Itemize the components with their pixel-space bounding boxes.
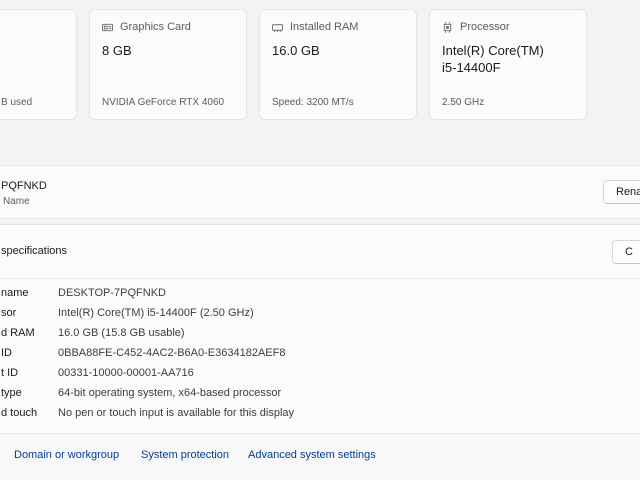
processor-card-sub: 2.50 GHz (442, 97, 485, 108)
ram-card-sub: Speed: 3200 MT/s (272, 97, 354, 108)
graphics-card-value: 8 GB (102, 43, 132, 58)
spec-value: No pen or touch input is available for t… (58, 407, 295, 419)
specs-title: specifications (1, 245, 68, 257)
device-name-row: PQFNKD Name Rena (0, 165, 640, 219)
processor-value-line2: i5-14400F (442, 60, 501, 75)
specs-header[interactable]: specifications C (0, 225, 640, 279)
storage-card: B used (0, 9, 77, 120)
ram-card: Installed RAM 16.0 GB Speed: 3200 MT/s (259, 9, 417, 120)
system-protection-link[interactable]: System protection (141, 449, 229, 461)
spec-row: name DESKTOP-7PQFNKD (0, 287, 640, 307)
related-links-bar: Domain or workgroup System protection Ad… (0, 433, 640, 480)
ram-card-title: Installed RAM (290, 21, 359, 33)
spec-row: t ID 00331-10000-00001-AA716 (0, 367, 640, 387)
processor-icon (443, 21, 452, 33)
processor-card-value: Intel(R) Core(TM) i5-14400F (442, 42, 544, 76)
spec-label: type (1, 387, 22, 399)
graphics-card-title: Graphics Card (120, 21, 191, 33)
device-name-label: Name (3, 196, 30, 207)
spec-value: DESKTOP-7PQFNKD (58, 287, 166, 299)
spec-row: type 64-bit operating system, x64-based … (0, 387, 640, 407)
graphics-card-card: Graphics Card 8 GB NVIDIA GeForce RTX 40… (89, 9, 247, 120)
spec-row: sor Intel(R) Core(TM) i5-14400F (2.50 GH… (0, 307, 640, 327)
processor-card-title: Processor (460, 21, 510, 33)
advanced-system-settings-link[interactable]: Advanced system settings (248, 449, 376, 461)
spec-value: 16.0 GB (15.8 GB usable) (58, 327, 185, 339)
spec-label: t ID (1, 367, 19, 379)
spec-label: sor (1, 307, 17, 319)
spec-label: ID (1, 347, 12, 359)
spec-row: d RAM 16.0 GB (15.8 GB usable) (0, 327, 640, 347)
spec-label: d touch (1, 407, 38, 419)
spec-label: name (1, 287, 29, 299)
spec-label: d RAM (1, 327, 35, 339)
graphics-card-icon (102, 23, 113, 31)
system-about-page: B used Graphics Card 8 GB NVIDIA GeForce… (0, 0, 640, 480)
domain-workgroup-link[interactable]: Domain or workgroup (14, 449, 119, 461)
ram-icon (272, 23, 283, 32)
processor-value-line1: Intel(R) Core(TM) (442, 43, 544, 58)
spec-value: 0BBA88FE-C452-4AC2-B6A0-E3634182AEF8 (58, 347, 286, 359)
spec-value: Intel(R) Core(TM) i5-14400F (2.50 GHz) (58, 307, 254, 319)
ram-card-value: 16.0 GB (272, 43, 320, 58)
graphics-card-sub: NVIDIA GeForce RTX 4060 (102, 97, 225, 108)
spec-value: 64-bit operating system, x64-based proce… (58, 387, 282, 399)
spec-value: 00331-10000-00001-AA716 (58, 367, 194, 379)
storage-card-sub: B used (1, 97, 33, 108)
device-name-value: PQFNKD (1, 180, 47, 192)
processor-card: Processor Intel(R) Core(TM) i5-14400F 2.… (429, 9, 587, 120)
rename-pc-button[interactable]: Rena (603, 180, 640, 204)
spec-row: ID 0BBA88FE-C452-4AC2-B6A0-E3634182AEF8 (0, 347, 640, 367)
spec-row: d touch No pen or touch input is availab… (0, 407, 640, 427)
copy-button[interactable]: C (612, 240, 640, 264)
